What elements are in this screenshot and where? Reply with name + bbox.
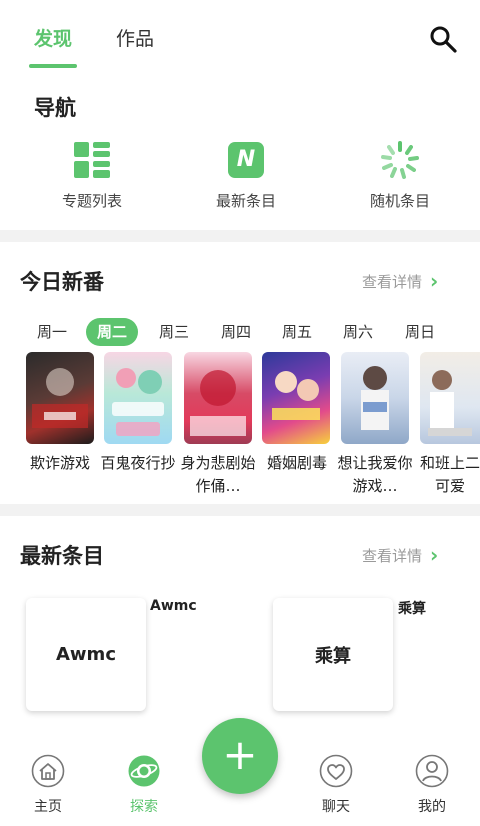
anime-title: 婚姻剧毒 (266, 454, 327, 472)
today-more-label: 查看详情 (362, 273, 423, 291)
section-divider (0, 504, 480, 516)
new-badge-letter: N (236, 147, 256, 172)
tab-indicator (29, 64, 77, 68)
anime-cover[interactable] (26, 352, 94, 444)
bottom-nav-home[interactable]: 主页 (13, 754, 83, 816)
bottom-nav-profile[interactable]: 我的 (397, 754, 467, 816)
day-thu[interactable]: 周四 (210, 318, 262, 346)
day-mon[interactable]: 周一 (26, 318, 78, 346)
chevron-right-icon: › (430, 543, 439, 567)
nav-random-item[interactable]: 随机条目 (340, 140, 460, 211)
anime-title: 欺诈游戏 (29, 454, 90, 472)
day-sun[interactable]: 周日 (394, 318, 446, 346)
bottom-nav-profile-label: 我的 (418, 799, 446, 815)
profile-icon (415, 754, 449, 788)
bottom-nav-chat[interactable]: 聊天 (301, 754, 371, 816)
bottom-nav-explore-label: 探索 (130, 799, 158, 815)
day-fri[interactable]: 周五 (271, 318, 323, 346)
bottom-nav-explore[interactable]: 探索 (109, 754, 179, 816)
top-bar: 发现 作品 (0, 0, 480, 80)
nav-random-item-label: 随机条目 (369, 192, 430, 210)
latest-card-caption: 乘算 (398, 601, 426, 617)
anime-cover[interactable] (262, 352, 330, 444)
latest-more-label: 查看详情 (362, 547, 423, 565)
anime-title: 身为悲剧始作俑… (180, 454, 256, 495)
latest-more-link[interactable]: 查看详情 › (362, 543, 438, 567)
nav-topic-list-label: 专题列表 (61, 192, 122, 210)
anime-title: 和班上二可爱 (420, 454, 480, 495)
today-more-link[interactable]: 查看详情 › (362, 269, 438, 293)
day-wed[interactable]: 周三 (148, 318, 200, 346)
today-title: 今日新番 (20, 270, 104, 294)
latest-title: 最新条目 (20, 544, 104, 568)
anime-cover[interactable] (341, 352, 409, 444)
latest-card-name: Awmc (56, 644, 116, 665)
heart-chat-icon (319, 754, 353, 788)
latest-card[interactable]: Awmc (26, 598, 146, 711)
day-tue[interactable]: 周二 (86, 318, 138, 346)
search-icon[interactable] (428, 24, 458, 54)
bottom-nav-chat-label: 聊天 (322, 799, 350, 815)
tab-works[interactable]: 作品 (116, 24, 154, 51)
grid-list-icon (72, 140, 112, 180)
anime-cover[interactable] (104, 352, 172, 444)
anime-cover[interactable] (184, 352, 252, 444)
latest-card-caption: Awmc (150, 598, 197, 614)
section-divider (0, 230, 480, 242)
planet-icon (128, 755, 160, 787)
day-sat[interactable]: 周六 (332, 318, 384, 346)
nav-latest-items[interactable]: N 最新条目 (186, 140, 306, 211)
tab-discover[interactable]: 发现 (34, 24, 72, 51)
latest-card-name: 乘算 (315, 645, 351, 667)
anime-title: 百鬼夜行抄 (100, 454, 176, 472)
home-icon (31, 754, 65, 788)
spinner-icon (380, 140, 420, 180)
new-badge-icon: N (226, 140, 266, 180)
latest-card[interactable]: 乘算 (273, 598, 393, 711)
nav-title: 导航 (34, 96, 76, 120)
chevron-right-icon: › (430, 269, 439, 293)
add-fab-button[interactable]: + (202, 718, 278, 794)
bottom-nav-home-label: 主页 (34, 799, 62, 815)
nav-topic-list[interactable]: 专题列表 (32, 140, 152, 211)
anime-cover[interactable] (420, 352, 480, 444)
anime-title: 想让我爱你游戏… (337, 454, 413, 495)
nav-latest-items-label: 最新条目 (215, 192, 276, 210)
